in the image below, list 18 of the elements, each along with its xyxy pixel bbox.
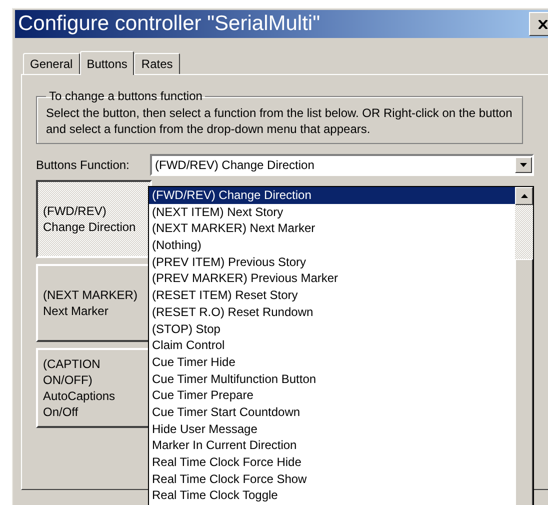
dropdown-value: (FWD/REV) Change Direction [154,158,314,172]
tab[interactable]: Rates [134,53,180,74]
controller-button[interactable]: (FWD/REV) Change Direction [36,180,152,258]
close-icon [538,20,548,28]
function-dropdown[interactable]: (FWD/REV) Change Direction [150,154,534,176]
dropdown-button[interactable] [515,157,532,173]
field-label: Buttons Function: [36,158,130,172]
window-title: Configure controller "SerialMulti" [17,12,320,36]
up-arrow-icon [520,194,528,198]
scrollbar-thumb[interactable] [515,259,533,505]
list-option[interactable]: (FWD/REV) Change Direction [149,187,515,204]
caret-icon [520,163,527,167]
tab[interactable]: General [23,53,80,74]
group-legend: To change a buttons function [46,89,206,103]
instruction-text: Select the button, then select a function from the list below. OR Right-click on the button and select a function from the drop-down menu that appears. [46,105,514,137]
tab[interactable]: Buttons [80,51,134,75]
scroll-up-button[interactable] [515,187,533,205]
list-option[interactable]: (NEXT ITEM) Next Story [149,204,515,220]
